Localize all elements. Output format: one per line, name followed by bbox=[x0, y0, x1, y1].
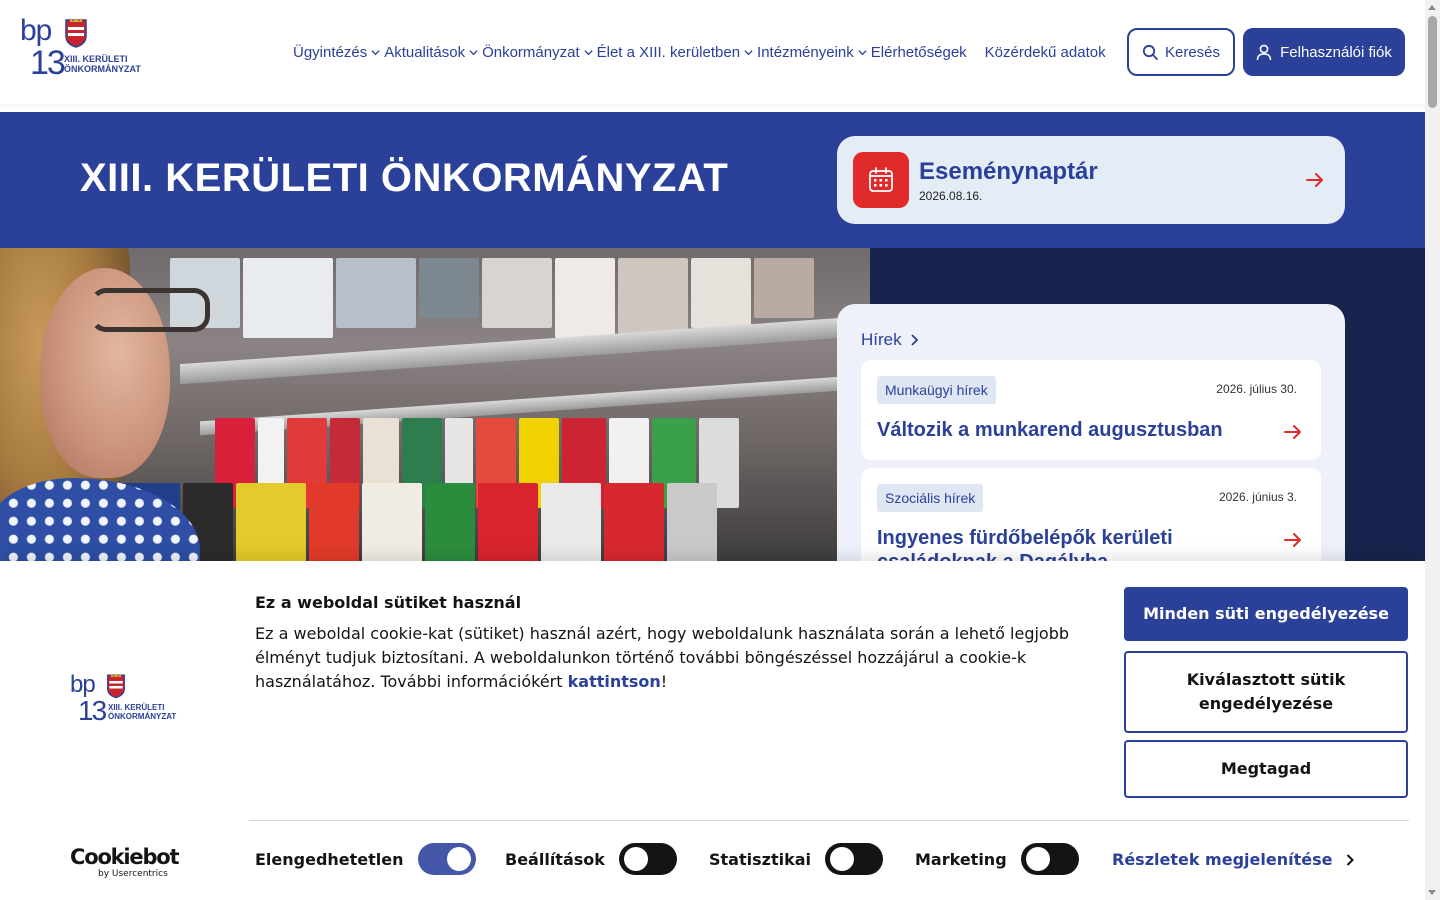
search-icon bbox=[1142, 44, 1158, 60]
nav-item-onkormanyzat[interactable]: Önkormányzat bbox=[482, 44, 597, 61]
hero-photo bbox=[0, 248, 870, 568]
event-calendar-card[interactable]: Eseménynaptár 2026.08.16. bbox=[837, 136, 1345, 224]
toggle-label: Statisztikai bbox=[709, 849, 811, 869]
allow-selected-cookies-button[interactable]: Kiválasztott sütik engedélyezése bbox=[1124, 651, 1408, 733]
news-title: Változik a munkarend augusztusban bbox=[877, 419, 1223, 441]
search-button-label: Keresés bbox=[1164, 43, 1221, 61]
chevron-right-icon bbox=[910, 334, 918, 346]
news-date: 2026. július 30. bbox=[1216, 382, 1297, 396]
statistics-cookies-toggle[interactable] bbox=[825, 843, 883, 875]
cookie-text-end: ! bbox=[660, 672, 668, 691]
title-banner: XIII. KERÜLETI ÖNKORMÁNYZAT Eseménynaptá… bbox=[0, 112, 1425, 248]
show-details-label: Részletek megjelenítése bbox=[1112, 850, 1333, 869]
news-item[interactable]: Munkaügyi hírek 2026. július 30. Változi… bbox=[861, 360, 1321, 460]
news-heading: Hírek bbox=[861, 330, 902, 349]
nav-item-aktualitasok[interactable]: Aktualitások bbox=[384, 44, 482, 61]
site-logo[interactable]: bp 13 XIII. KERÜLETI ÖNKORMÁNYZAT bbox=[20, 16, 150, 84]
search-button[interactable]: Keresés bbox=[1127, 28, 1235, 76]
logo-13: 13 bbox=[30, 44, 66, 82]
user-icon bbox=[1256, 44, 1272, 60]
nav-item-label: Ügyintézés bbox=[293, 43, 368, 61]
marketing-cookies-toggle[interactable] bbox=[1020, 843, 1079, 875]
nav-item-label: Intézményeink bbox=[757, 43, 854, 61]
logo-line-2: ÖNKORMÁNYZAT bbox=[108, 712, 177, 721]
logo-line-2: ÖNKORMÁNYZAT bbox=[64, 64, 141, 74]
nav-item-ugyintezes[interactable]: Ügyintézés bbox=[293, 44, 384, 61]
main-nav: Ügyintézés Aktualitások Önkormányzat Éle… bbox=[293, 42, 1106, 62]
coat-of-arms-icon bbox=[65, 18, 87, 48]
page-scrollbar[interactable] bbox=[1425, 0, 1440, 900]
cookie-more-info-link[interactable]: kattintson bbox=[568, 672, 661, 691]
chevron-right-icon bbox=[1347, 853, 1355, 866]
toggle-label: Beállítások bbox=[505, 849, 605, 869]
necessary-cookies-toggle[interactable] bbox=[417, 843, 476, 875]
page-title: XIII. KERÜLETI ÖNKORMÁNYZAT bbox=[80, 156, 729, 200]
news-item[interactable]: Szociális hírek 2026. június 3. Ingyenes… bbox=[861, 468, 1321, 568]
toggle-label: Elengedhetetlen bbox=[255, 849, 404, 869]
chevron-down-icon bbox=[371, 49, 380, 55]
hero-section: Hírek Munkaügyi hírek 2026. július 30. V… bbox=[0, 248, 1425, 568]
news-heading-link[interactable]: Hírek bbox=[861, 330, 920, 350]
logo-bp: bp bbox=[20, 14, 52, 47]
toggle-statistics: Statisztikai bbox=[709, 843, 883, 875]
divider bbox=[249, 820, 1409, 821]
event-calendar-date: 2026.08.16. bbox=[919, 189, 983, 203]
news-category-badge: Szociális hírek bbox=[877, 484, 984, 512]
chevron-down-icon bbox=[744, 49, 753, 55]
toggle-preferences: Beállítások bbox=[505, 843, 677, 875]
nav-item-label: Élet a XIII. kerületben bbox=[596, 43, 741, 61]
logo-line-1: XIII. KERÜLETI bbox=[64, 54, 128, 64]
toggle-marketing: Marketing bbox=[915, 843, 1079, 875]
cookiebot-subbrand: by Usercentrics bbox=[98, 869, 168, 879]
toggle-necessary: Elengedhetetlen bbox=[255, 843, 476, 875]
site-header: bp 13 XIII. KERÜLETI ÖNKORMÁNYZAT Ügyint… bbox=[0, 0, 1425, 104]
calendar-icon bbox=[853, 152, 909, 208]
chevron-down-icon bbox=[469, 49, 478, 55]
cookie-consent-dialog: bp 13 XIII. KERÜLETI ÖNKORMÁNYZAT Ez a w… bbox=[0, 561, 1425, 900]
deny-cookies-button[interactable]: Megtagad bbox=[1124, 740, 1408, 798]
preferences-cookies-toggle[interactable] bbox=[618, 843, 677, 875]
logo-line-1: XIII. KERÜLETI bbox=[108, 703, 165, 712]
user-account-button[interactable]: Felhasználói fiók bbox=[1243, 28, 1405, 76]
scroll-up-icon[interactable] bbox=[1428, 5, 1436, 10]
chevron-down-icon bbox=[858, 49, 867, 55]
arrow-right-icon bbox=[1306, 173, 1323, 187]
cookie-dialog-title: Ez a weboldal sütiket használ bbox=[255, 593, 522, 612]
nav-item-label: Közérdekű adatok bbox=[984, 43, 1106, 61]
toggle-label: Marketing bbox=[915, 849, 1007, 869]
arrow-right-icon bbox=[1284, 425, 1301, 439]
coat-of-arms-icon bbox=[107, 673, 125, 699]
chevron-down-icon bbox=[584, 49, 593, 55]
arrow-right-icon bbox=[1284, 533, 1301, 547]
show-details-link[interactable]: Részletek megjelenítése bbox=[1112, 850, 1355, 869]
cookie-dialog-logo: bp 13 XIII. KERÜLETI ÖNKORMÁNYZAT bbox=[70, 673, 190, 733]
logo-13: 13 bbox=[78, 695, 107, 726]
nav-item-elet-a-kerületben[interactable]: Élet a XIII. kerületben bbox=[597, 44, 757, 61]
nav-item-label: Elérhetőségek bbox=[870, 43, 967, 61]
cookiebot-brand: Cookiebot bbox=[70, 845, 180, 869]
allow-all-cookies-button[interactable]: Minden süti engedélyezése bbox=[1124, 587, 1408, 641]
news-category-badge: Munkaügyi hírek bbox=[877, 376, 996, 404]
nav-item-label: Aktualitások bbox=[384, 43, 466, 61]
scroll-down-icon[interactable] bbox=[1428, 890, 1436, 895]
news-panel: Hírek Munkaügyi hírek 2026. július 30. V… bbox=[837, 304, 1345, 568]
news-date: 2026. június 3. bbox=[1218, 490, 1297, 504]
nav-item-elerhetosegek[interactable]: Elérhetőségek bbox=[871, 44, 967, 61]
page: bp 13 XIII. KERÜLETI ÖNKORMÁNYZAT Ügyint… bbox=[0, 0, 1440, 900]
nav-item-label: Önkormányzat bbox=[482, 43, 580, 61]
user-account-label: Felhasználói fiók bbox=[1280, 43, 1392, 61]
cookie-dialog-text: Ez a weboldal cookie-kat (sütiket) haszn… bbox=[255, 622, 1095, 694]
nav-item-kozerdeku-adatok[interactable]: Közérdekű adatok bbox=[985, 44, 1106, 61]
event-calendar-title: Eseménynaptár bbox=[919, 158, 1098, 185]
logo-bp: bp bbox=[70, 671, 96, 698]
scrollbar-thumb[interactable] bbox=[1428, 16, 1437, 108]
cookiebot-logo[interactable]: Cookiebot by Usercentrics bbox=[70, 845, 180, 879]
nav-item-intezmenyeink[interactable]: Intézményeink bbox=[757, 44, 871, 61]
